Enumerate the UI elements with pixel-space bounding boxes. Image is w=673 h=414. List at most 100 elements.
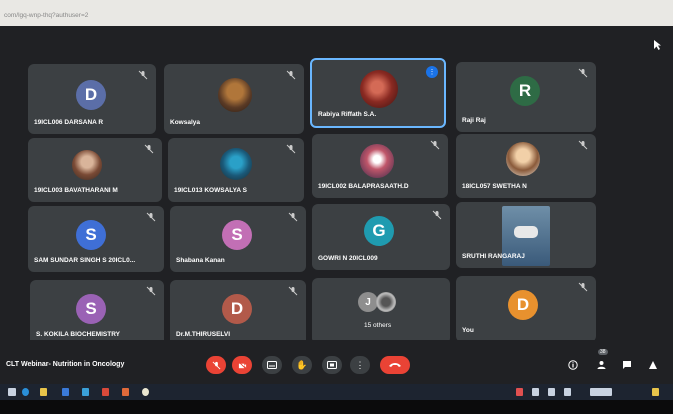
participant-tile[interactable]: 19ICL003 BAVATHARANI M bbox=[28, 138, 162, 202]
participant-tile[interactable]: 19ICL013 KOWSALYA S bbox=[168, 138, 304, 202]
search-icon[interactable] bbox=[22, 388, 29, 396]
participant-name: 18ICL057 SWETHA N bbox=[462, 183, 527, 190]
participant-name: Kowsalya bbox=[170, 119, 200, 126]
participant-name: GOWRI N 20ICL009 bbox=[318, 255, 378, 262]
notification-icon[interactable] bbox=[652, 388, 659, 396]
start-icon[interactable] bbox=[8, 388, 16, 396]
mic-off-icon bbox=[288, 286, 298, 296]
people-icon bbox=[597, 361, 605, 369]
volume-icon[interactable] bbox=[564, 388, 571, 396]
mouse-cursor-icon bbox=[654, 40, 661, 50]
participant-name: You bbox=[462, 327, 474, 334]
others-count: 15 others bbox=[364, 322, 392, 329]
activities-icon bbox=[649, 361, 657, 369]
network-icon[interactable] bbox=[548, 388, 555, 396]
face-mask bbox=[514, 226, 538, 238]
camera-off-button[interactable] bbox=[232, 356, 252, 374]
participant-tile[interactable]: 19ICL002 BALAPRASAATH.D bbox=[312, 134, 448, 198]
participant-name: Dr.M.THIRUSELVI bbox=[176, 331, 231, 338]
avatar: D bbox=[222, 294, 252, 324]
activities-button[interactable] bbox=[646, 358, 660, 372]
monitor-bezel bbox=[0, 400, 673, 414]
avatar: G bbox=[364, 216, 394, 246]
avatar: D bbox=[76, 80, 106, 110]
participant-photo bbox=[506, 142, 540, 176]
mic-off-icon bbox=[146, 212, 156, 222]
participant-photo bbox=[218, 78, 252, 112]
participant-tile[interactable]: S S. KOKILA BIOCHEMISTRY bbox=[30, 280, 164, 346]
participant-photo bbox=[360, 144, 394, 178]
more-options-icon: ⋮ bbox=[355, 359, 365, 370]
app-icon[interactable] bbox=[102, 388, 109, 396]
clock[interactable] bbox=[590, 388, 612, 396]
participant-name: 19ICL002 BALAPRASAATH.D bbox=[318, 183, 409, 190]
raise-hand-button[interactable]: ✋ bbox=[292, 356, 312, 374]
mic-off-icon bbox=[578, 140, 588, 150]
participant-tile[interactable]: 18ICL057 SWETHA N bbox=[456, 134, 596, 198]
present-button[interactable] bbox=[322, 356, 342, 374]
hang-up-icon bbox=[389, 363, 401, 367]
avatar: R bbox=[510, 76, 540, 106]
mic-off-button[interactable] bbox=[206, 356, 226, 374]
people-button[interactable]: 38 bbox=[594, 349, 608, 372]
captions-icon bbox=[267, 361, 277, 369]
browser-chrome: com/lgq-wnp-thq?authuser=2 bbox=[0, 0, 673, 26]
avatar: J bbox=[358, 292, 378, 312]
mic-off-icon bbox=[430, 140, 440, 150]
meeting-grid: D 19ICL006 DARSANA R Kowsalya ⋮ Rabiya R… bbox=[0, 26, 673, 384]
people-count-badge: 38 bbox=[598, 349, 608, 355]
tray-icon[interactable] bbox=[532, 388, 539, 396]
mic-off-icon bbox=[288, 212, 298, 222]
participant-tile[interactable]: D 19ICL006 DARSANA R bbox=[28, 64, 156, 134]
speaking-indicator-icon: ⋮ bbox=[426, 66, 438, 78]
avatar: S bbox=[76, 220, 106, 250]
participant-name: 19ICL006 DARSANA R bbox=[34, 119, 104, 126]
participant-name: Shabana Kanan bbox=[176, 257, 225, 264]
chat-icon bbox=[623, 361, 631, 369]
participant-name: 19ICL003 BAVATHARANI M bbox=[34, 187, 118, 194]
mic-off-icon bbox=[286, 144, 296, 154]
app-icon[interactable] bbox=[122, 388, 129, 396]
captions-button[interactable] bbox=[262, 356, 282, 374]
tray-icon[interactable] bbox=[516, 388, 523, 396]
participant-name: Rabiya Riffath S.A. bbox=[318, 111, 377, 118]
camera-off-icon bbox=[238, 361, 246, 369]
self-tile[interactable]: D You bbox=[456, 276, 596, 342]
avatar: S bbox=[222, 220, 252, 250]
participant-tile[interactable]: Kowsalya bbox=[164, 64, 304, 134]
participant-tile[interactable]: D Dr.M.THIRUSELVI bbox=[170, 280, 306, 346]
participant-name: Raji Raj bbox=[462, 117, 486, 124]
participant-tile[interactable]: R Raji Raj bbox=[456, 62, 596, 132]
others-tile[interactable]: J 15 others bbox=[312, 278, 450, 344]
chat-button[interactable] bbox=[620, 358, 634, 372]
participant-tile[interactable]: S Shabana Kanan bbox=[170, 206, 306, 272]
chrome-icon[interactable] bbox=[142, 388, 149, 396]
info-icon bbox=[568, 360, 578, 370]
participant-photo bbox=[72, 150, 102, 180]
os-taskbar bbox=[0, 384, 673, 400]
participant-tile-speaking[interactable]: ⋮ Rabiya Riffath S.A. bbox=[310, 58, 446, 128]
participant-tile[interactable]: SRUTHI RANGARAJ bbox=[456, 202, 596, 268]
meeting-info-button[interactable] bbox=[566, 358, 580, 372]
raise-hand-icon: ✋ bbox=[296, 359, 308, 370]
mic-off-icon bbox=[286, 70, 296, 80]
mic-off-icon bbox=[146, 286, 156, 296]
hang-up-button[interactable] bbox=[380, 356, 410, 374]
mic-off-icon bbox=[138, 70, 148, 80]
app-icon[interactable] bbox=[62, 388, 69, 396]
avatar-photo bbox=[376, 292, 396, 312]
present-icon bbox=[327, 361, 337, 369]
meeting-title: CLT Webinar- Nutrition in Oncology bbox=[6, 361, 125, 368]
participant-name: SRUTHI RANGARAJ bbox=[462, 253, 525, 260]
participant-photo bbox=[220, 148, 252, 180]
participant-tile[interactable]: G GOWRI N 20ICL009 bbox=[312, 204, 450, 270]
mic-off-icon bbox=[578, 282, 588, 292]
avatar: S bbox=[76, 294, 106, 324]
app-icon[interactable] bbox=[82, 388, 89, 396]
mic-off-icon bbox=[432, 210, 442, 220]
url-bar[interactable]: com/lgq-wnp-thq?authuser=2 bbox=[4, 12, 88, 19]
more-options-button[interactable]: ⋮ bbox=[350, 356, 370, 374]
participant-tile[interactable]: S SAM SUNDAR SINGH S 20ICL0... bbox=[28, 206, 164, 272]
file-explorer-icon[interactable] bbox=[40, 388, 47, 396]
mic-off-icon bbox=[578, 68, 588, 78]
